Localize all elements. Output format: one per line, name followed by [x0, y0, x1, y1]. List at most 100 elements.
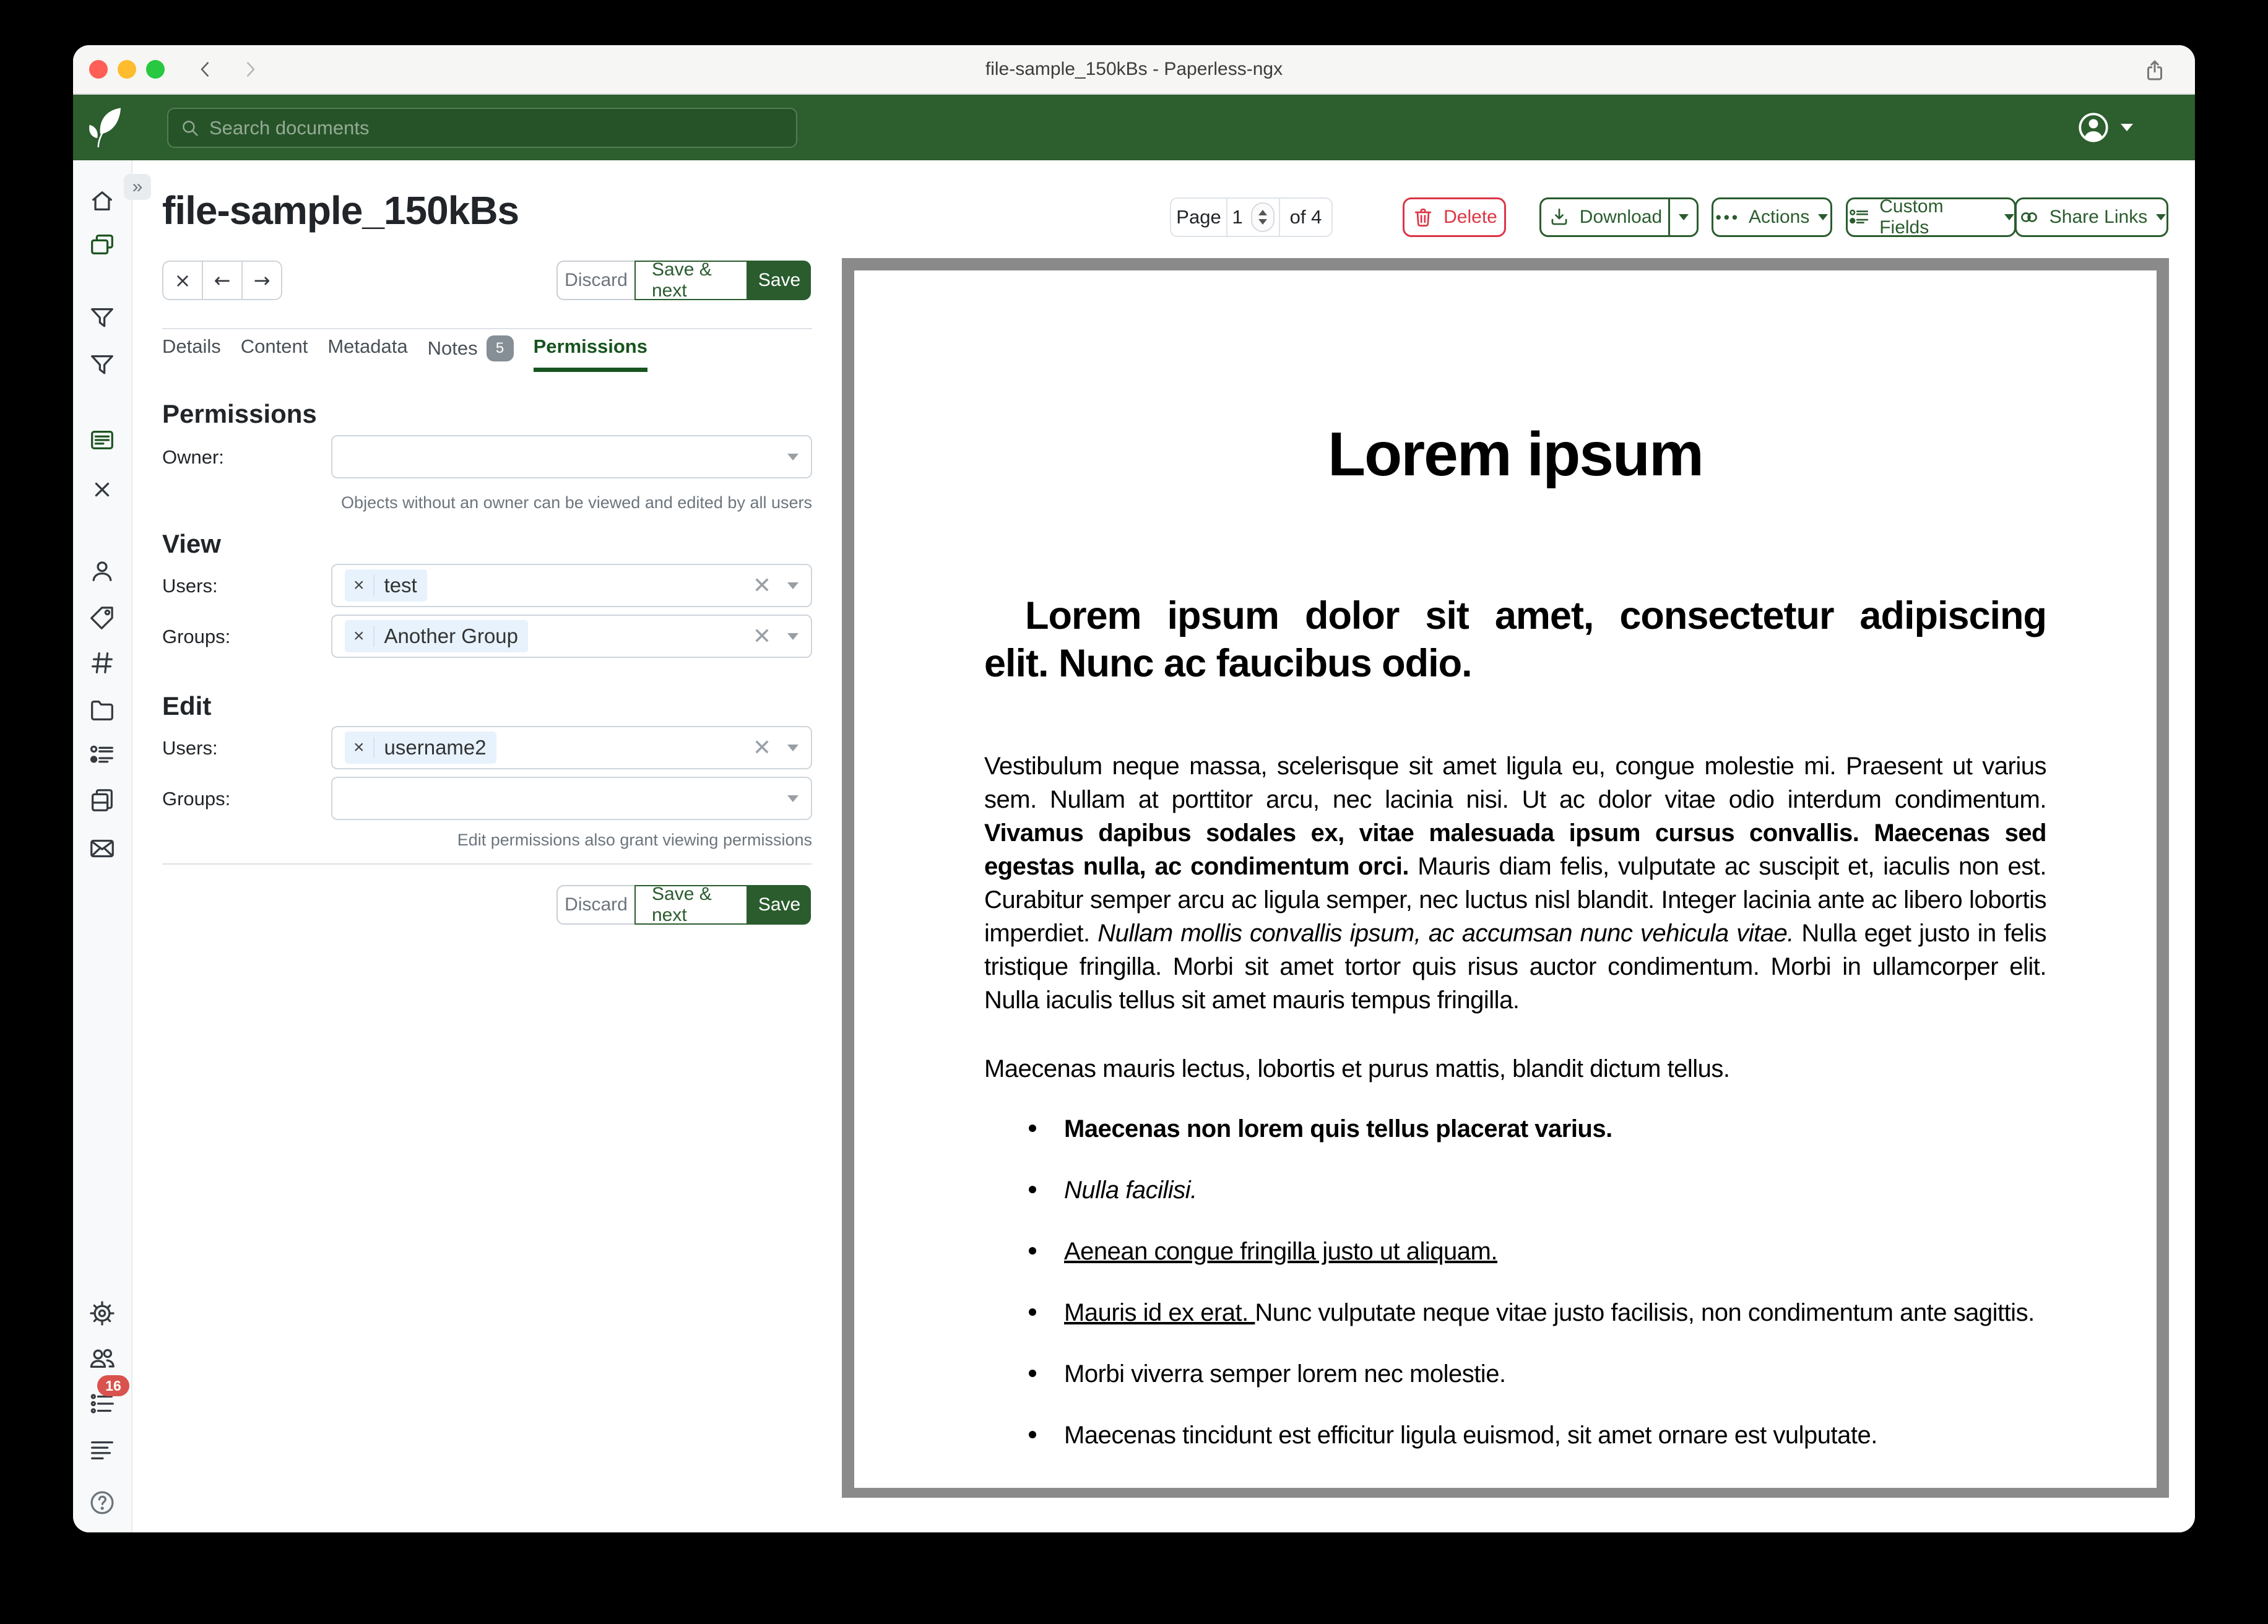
double-chevron-icon: » [132, 176, 143, 197]
save-and-next-button[interactable]: Save & next [634, 261, 748, 300]
previous-document-button[interactable]: ← [202, 261, 243, 300]
chevron-down-icon [2004, 214, 2014, 220]
sidebar-item-open-document[interactable] [73, 421, 131, 459]
owner-helper-text: Objects without an owner can be viewed a… [162, 493, 812, 512]
arrow-right-icon: → [254, 269, 271, 292]
chevron-down-icon [1818, 214, 1828, 220]
edit-users-label: Users: [162, 737, 218, 759]
home-icon [88, 187, 116, 215]
save-button[interactable]: Save [748, 885, 811, 925]
page-number-input[interactable] [1232, 206, 1246, 228]
tab-notes[interactable]: Notes5 [428, 335, 514, 371]
remove-chip-icon[interactable]: × [345, 575, 374, 596]
logs-icon [88, 1436, 116, 1464]
sidebar-item-documents[interactable] [73, 227, 131, 264]
sidebar-item-settings[interactable] [73, 1295, 131, 1332]
tasks-count-badge: 16 [97, 1375, 129, 1396]
page-number-field[interactable] [1226, 197, 1280, 237]
sidebar-item-help[interactable] [73, 1484, 131, 1521]
share-links-button[interactable]: Share Links [2015, 197, 2168, 237]
clear-select-icon[interactable]: ✕ [753, 574, 771, 597]
user-menu[interactable] [2076, 110, 2133, 145]
step-up-icon[interactable] [1258, 210, 1267, 215]
sidebar-item-saved-view-2[interactable] [73, 346, 131, 383]
tab-metadata[interactable]: Metadata [327, 335, 407, 368]
sidebar-item-tags[interactable] [73, 599, 131, 636]
filter-icon [88, 350, 116, 379]
list-item: Maecenas tincidunt est efficitur ligula … [984, 1419, 2046, 1452]
owner-select[interactable] [331, 435, 812, 478]
document-preview-frame[interactable]: Lorem ipsum Lorem ipsum dolor sit amet, … [842, 258, 2169, 1498]
sidebar-item-correspondents[interactable] [73, 553, 131, 590]
divider [162, 863, 812, 865]
forward-icon[interactable] [239, 58, 261, 80]
ellipsis-icon: ••• [1716, 208, 1740, 227]
list-item: Maecenas non lorem quis tellus placerat … [984, 1112, 2046, 1146]
discard-button[interactable]: Discard [556, 885, 636, 925]
list-item: Aenean congue fringilla justo ut aliquam… [984, 1235, 2046, 1268]
search-input[interactable] [209, 117, 785, 139]
sidebar-item-file-tasks[interactable] [73, 782, 131, 819]
close-window-button[interactable] [89, 60, 108, 79]
view-users-label: Users: [162, 575, 218, 597]
save-button[interactable]: Save [748, 261, 811, 300]
step-down-icon[interactable] [1258, 219, 1267, 225]
remove-chip-icon[interactable]: × [345, 626, 374, 647]
download-options-button[interactable] [1668, 197, 1699, 237]
custom-fields-button[interactable]: Custom Fields [1846, 197, 2016, 237]
list-item: Mauris id ex erat. Nunc vulputate neque … [984, 1296, 2046, 1329]
actions-button[interactable]: ••• Actions [1712, 197, 1832, 237]
traffic-lights [89, 60, 165, 79]
people-icon [88, 1344, 116, 1373]
view-users-select[interactable]: × test ✕ [331, 564, 812, 607]
back-icon[interactable] [194, 58, 217, 80]
download-button[interactable]: Download [1539, 197, 1670, 237]
tab-details[interactable]: Details [162, 335, 221, 368]
page-navigation: Page of 4 [1170, 197, 1335, 237]
share-icon[interactable] [2142, 58, 2168, 84]
clear-select-icon[interactable]: ✕ [753, 625, 771, 647]
edit-users-select[interactable]: × username2 ✕ [331, 726, 812, 769]
sidebar-item-users-groups[interactable] [73, 1340, 131, 1377]
zoom-window-button[interactable] [146, 60, 165, 79]
minimize-window-button[interactable] [118, 60, 136, 79]
tab-permissions[interactable]: Permissions [534, 335, 647, 372]
paperless-logo-icon [83, 101, 124, 153]
macos-titlebar: file-sample_150kBs - Paperless-ngx [73, 45, 2195, 95]
close-document-button[interactable]: × [162, 261, 203, 300]
page-stepper[interactable] [1251, 202, 1275, 232]
save-and-next-button[interactable]: Save & next [634, 885, 748, 925]
tag-icon [88, 603, 116, 632]
owner-label: Owner: [162, 446, 224, 469]
chevron-down-icon [787, 633, 799, 640]
search-bar[interactable] [167, 108, 797, 148]
sidebar-item-dashboard[interactable] [73, 183, 131, 220]
chevron-down-icon [787, 795, 799, 802]
edit-groups-select[interactable] [331, 777, 812, 820]
clear-select-icon[interactable]: ✕ [753, 736, 771, 759]
pdf-bullet-list: Maecenas non lorem quis tellus placerat … [984, 1112, 2046, 1452]
delete-button[interactable]: Delete [1403, 197, 1506, 237]
chevron-down-icon [787, 454, 799, 460]
discard-button[interactable]: Discard [556, 261, 636, 300]
page-count-label: of 4 [1279, 197, 1333, 237]
pdf-page: Lorem ipsum Lorem ipsum dolor sit amet, … [854, 270, 2157, 1488]
sidebar-item-logs[interactable] [73, 1432, 131, 1469]
sidebar-item-tasks[interactable]: 16 [73, 1385, 131, 1422]
next-document-button[interactable]: → [241, 261, 282, 300]
close-icon [88, 475, 116, 504]
sidebar-item-saved-view-1[interactable] [73, 299, 131, 336]
selected-chip: × test [345, 569, 427, 602]
view-groups-select[interactable]: × Another Group ✕ [331, 615, 812, 658]
sidebar-expand-button[interactable]: » [124, 174, 151, 200]
selected-chip: × username2 [345, 732, 496, 764]
page-label: Page [1170, 197, 1227, 237]
sidebar-item-custom-fields[interactable] [73, 736, 131, 774]
remove-chip-icon[interactable]: × [345, 737, 374, 758]
sidebar-item-mail[interactable] [73, 830, 131, 867]
sidebar-item-close-all[interactable] [73, 471, 131, 508]
tab-content[interactable]: Content [241, 335, 308, 368]
pdf-paragraph-2: Maecenas mauris lectus, lobortis et puru… [984, 1052, 2046, 1086]
sidebar-item-storage-paths[interactable] [73, 691, 131, 728]
sidebar-item-document-types[interactable] [73, 644, 131, 681]
